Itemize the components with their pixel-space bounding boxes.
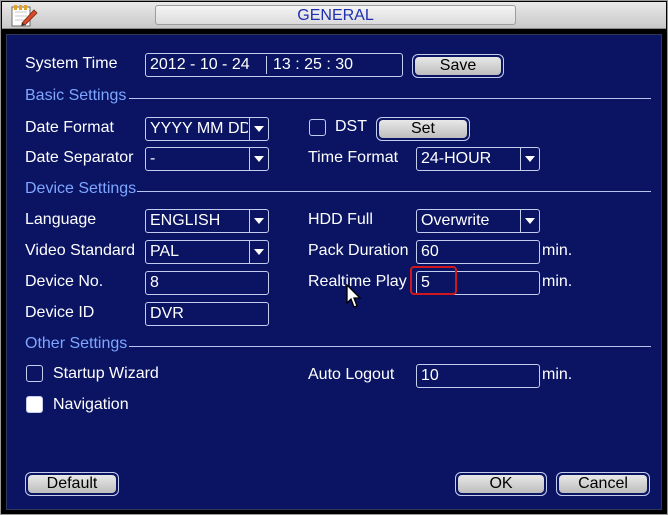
mouse-pointer-icon bbox=[345, 283, 363, 310]
save-button[interactable]: Save bbox=[412, 54, 504, 78]
auto-logout-label: Auto Logout bbox=[308, 366, 395, 383]
language-value: ENGLISH bbox=[150, 212, 221, 229]
pack-duration-input[interactable]: 60 bbox=[416, 240, 540, 264]
pack-duration-unit: min. bbox=[542, 242, 573, 259]
basic-settings-heading: Basic Settings bbox=[25, 87, 127, 104]
time-format-label: Time Format bbox=[308, 149, 399, 166]
chevron-down-icon[interactable] bbox=[520, 210, 539, 232]
focus-highlight bbox=[410, 266, 457, 295]
settings-panel: System Time 2012 - 10 - 24 13 : 25 : 30 … bbox=[6, 34, 662, 510]
device-id-input[interactable]: DVR bbox=[145, 302, 269, 326]
chevron-down-icon[interactable] bbox=[249, 241, 268, 263]
hdd-full-value: Overwrite bbox=[421, 212, 490, 229]
hdd-full-select[interactable]: Overwrite bbox=[416, 209, 540, 233]
chevron-down-icon[interactable] bbox=[520, 148, 539, 170]
chevron-down-icon[interactable] bbox=[249, 148, 268, 170]
startup-wizard-label: Startup Wizard bbox=[53, 365, 159, 382]
date-format-select[interactable]: YYYY MM DD bbox=[145, 117, 269, 141]
system-time-field[interactable]: 2012 - 10 - 24 13 : 25 : 30 bbox=[145, 53, 403, 77]
date-separator-select[interactable]: - bbox=[145, 147, 269, 171]
date-format-label: Date Format bbox=[25, 119, 114, 136]
video-standard-label: Video Standard bbox=[25, 242, 136, 259]
device-settings-heading: Device Settings bbox=[25, 180, 137, 197]
hdd-full-label: HDD Full bbox=[308, 211, 373, 228]
device-no-label: Device No. bbox=[25, 273, 104, 290]
language-select[interactable]: ENGLISH bbox=[145, 209, 269, 233]
video-standard-select[interactable]: PAL bbox=[145, 240, 269, 264]
navigation-label: Navigation bbox=[53, 396, 129, 413]
device-no-input[interactable]: 8 bbox=[145, 271, 269, 295]
navigation-checkbox[interactable] bbox=[26, 396, 43, 413]
basic-settings-divider bbox=[129, 98, 651, 99]
video-standard-value: PAL bbox=[150, 243, 180, 260]
title-bar: GENERAL bbox=[2, 2, 666, 29]
ok-button[interactable]: OK bbox=[455, 472, 547, 496]
dst-set-button[interactable]: Set bbox=[376, 117, 470, 141]
time-format-value: 24-HOUR bbox=[421, 150, 492, 167]
device-settings-divider bbox=[137, 191, 651, 192]
realtime-play-unit: min. bbox=[542, 273, 573, 290]
date-time-divider bbox=[266, 56, 267, 74]
chevron-down-icon[interactable] bbox=[249, 118, 268, 140]
dst-checkbox[interactable] bbox=[309, 119, 326, 136]
dst-label: DST bbox=[335, 118, 367, 135]
window-title: GENERAL bbox=[155, 5, 516, 25]
date-separator-label: Date Separator bbox=[25, 149, 134, 166]
ok-button-label: OK bbox=[458, 475, 544, 493]
date-separator-value: - bbox=[150, 150, 156, 167]
cancel-button-label: Cancel bbox=[559, 475, 647, 493]
system-time-label: System Time bbox=[25, 55, 118, 72]
set-button-label: Set bbox=[379, 120, 467, 138]
other-settings-heading: Other Settings bbox=[25, 335, 128, 352]
other-settings-divider bbox=[129, 346, 651, 347]
pack-duration-label: Pack Duration bbox=[308, 242, 409, 259]
startup-wizard-checkbox[interactable] bbox=[26, 365, 43, 382]
general-settings-window: GENERAL System Time 2012 - 10 - 24 13 : … bbox=[0, 0, 668, 515]
language-label: Language bbox=[25, 211, 97, 228]
default-button-label: Default bbox=[28, 475, 116, 493]
system-date-value[interactable]: 2012 - 10 - 24 bbox=[150, 54, 250, 76]
system-clock-value[interactable]: 13 : 25 : 30 bbox=[273, 54, 353, 76]
chevron-down-icon[interactable] bbox=[249, 210, 268, 232]
default-button[interactable]: Default bbox=[25, 472, 119, 496]
save-button-label: Save bbox=[415, 57, 501, 75]
time-format-select[interactable]: 24-HOUR bbox=[416, 147, 540, 171]
auto-logout-unit: min. bbox=[542, 366, 573, 383]
settings-notepad-icon bbox=[8, 4, 42, 28]
date-format-value: YYYY MM DD bbox=[150, 120, 248, 137]
device-id-label: Device ID bbox=[25, 304, 95, 321]
auto-logout-input[interactable]: 10 bbox=[416, 364, 540, 388]
cancel-button[interactable]: Cancel bbox=[556, 472, 650, 496]
